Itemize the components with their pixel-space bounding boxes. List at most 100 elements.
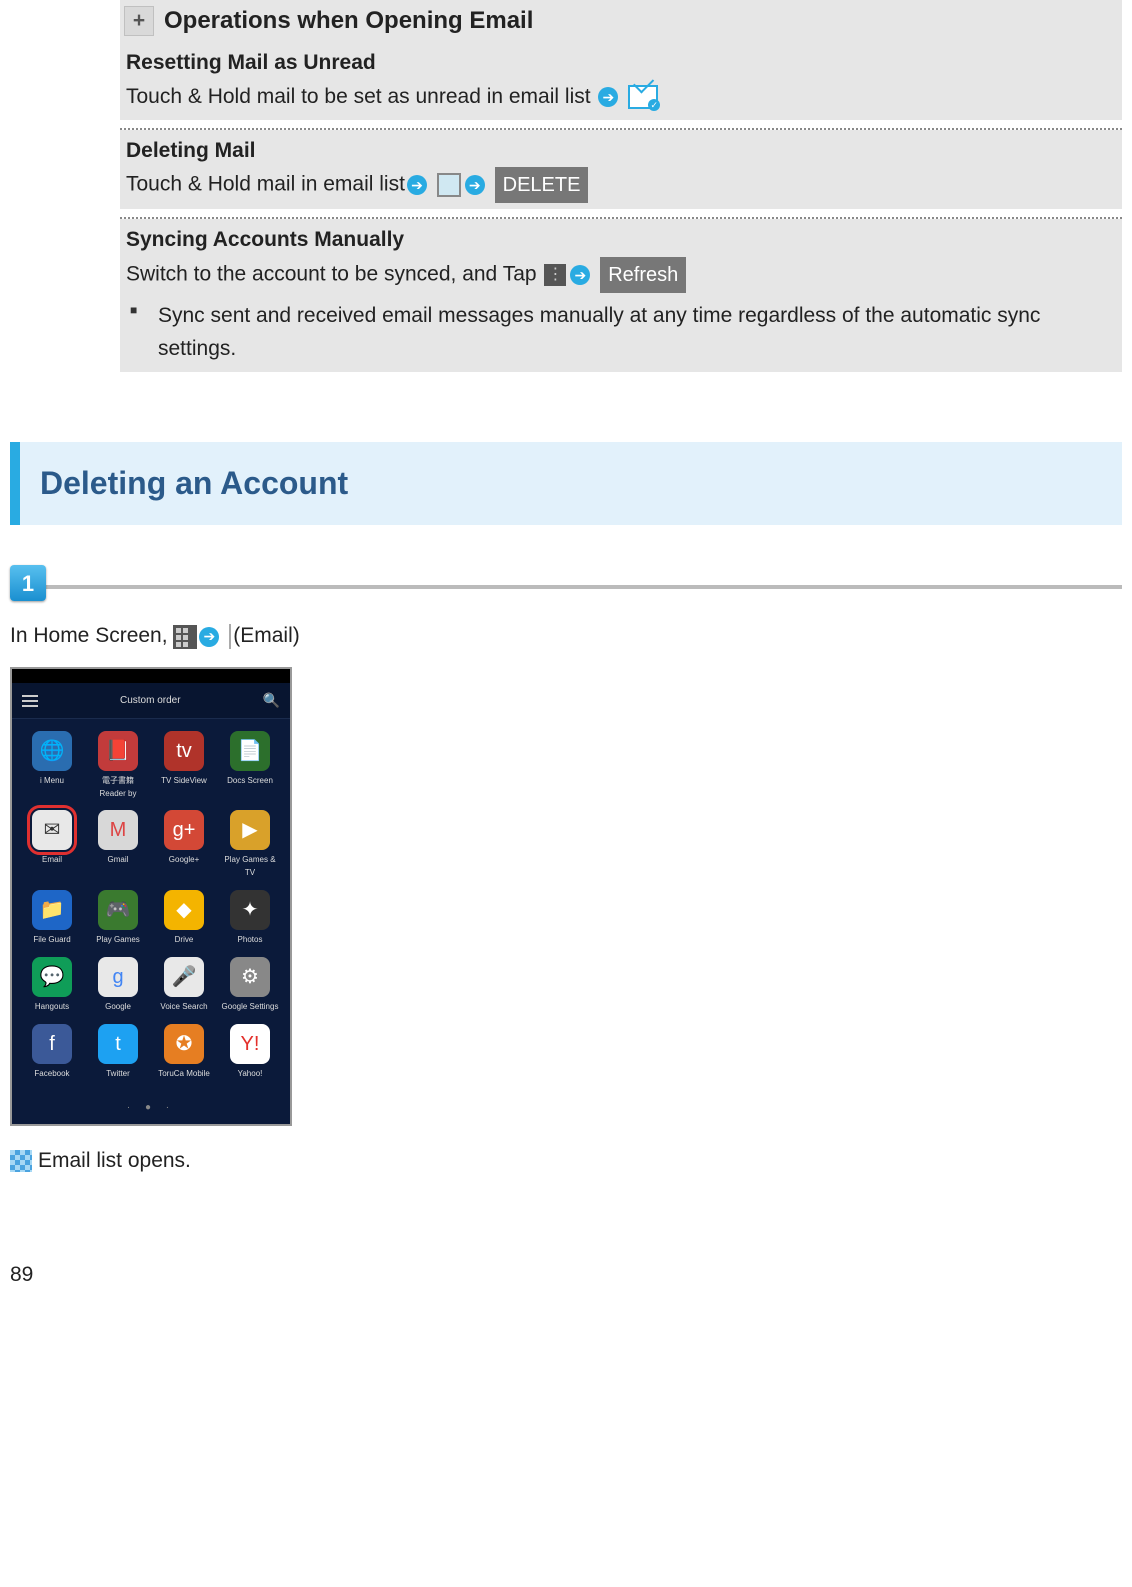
app-item: ▶Play Games & TV: [220, 810, 280, 880]
app-icon: M: [98, 810, 138, 850]
app-icon: tv: [164, 731, 204, 771]
app-label: Docs Screen: [227, 775, 273, 788]
app-label: Hangouts: [35, 1001, 69, 1014]
apps-grid-icon: [173, 625, 197, 649]
app-label: Facebook: [34, 1068, 69, 1081]
page-number: 89: [10, 1258, 1132, 1292]
app-icon: ✪: [164, 1024, 204, 1064]
app-icon: ◆: [164, 890, 204, 930]
delete-button[interactable]: DELETE: [495, 167, 589, 203]
app-label: Play Games & TV: [220, 854, 280, 880]
search-icon: 🔍: [263, 689, 280, 711]
app-item: t Twitter: [88, 1024, 148, 1081]
refresh-button[interactable]: Refresh: [600, 257, 686, 293]
tip-block-unread: Resetting Mail as Unread Touch & Hold ma…: [120, 42, 1122, 119]
app-icon: 🎤: [164, 957, 204, 997]
app-icon: g: [98, 957, 138, 997]
tip-block-heading: Syncing Accounts Manually: [126, 223, 1116, 257]
app-icon: 🎮: [98, 890, 138, 930]
tip-block-heading: Deleting Mail: [126, 134, 1116, 168]
result-text: Email list opens.: [38, 1144, 191, 1178]
app-label: File Guard: [33, 934, 70, 947]
step-number-badge: 1: [10, 565, 46, 601]
step-marker: 1: [10, 585, 1122, 589]
section-header: Deleting an Account: [10, 442, 1122, 525]
tip-title: Operations when Opening Email: [164, 2, 533, 40]
app-grid: 🌐 i Menu 📕 電子書籍 Reader by tv TV SideView 📄 Docs…: [12, 719, 290, 1097]
app-label: Yahoo!: [238, 1068, 263, 1081]
phone-screenshot: Custom order 🔍 🌐 i Menu 📕 電子書籍 Reader by tv T…: [10, 667, 292, 1126]
app-label: Google+: [169, 854, 199, 867]
app-item: g+ Google+: [154, 810, 214, 880]
tip-block-delete: Deleting Mail Touch & Hold mail in email…: [120, 130, 1122, 210]
app-label: Gmail: [108, 854, 129, 867]
app-icon: ⚙: [230, 957, 270, 997]
step-instruction: In Home Screen, ➔ (Email): [10, 619, 1122, 653]
app-label: Google: [105, 1001, 131, 1014]
page-indicator: · ● ·: [12, 1096, 290, 1124]
status-bar: [12, 669, 290, 683]
app-item: 🎮 Play Games: [88, 890, 148, 947]
plus-icon: +: [124, 6, 154, 36]
tip-block-heading: Resetting Mail as Unread: [126, 46, 1116, 80]
app-icon: 🌐: [32, 731, 72, 771]
app-icon: 📕: [98, 731, 138, 771]
email-app-icon: [229, 624, 231, 649]
app-item: 📕 電子書籍 Reader by: [88, 731, 148, 801]
app-label: i Menu: [40, 775, 64, 788]
arrow-icon: ➔: [199, 627, 219, 647]
app-label: Voice Search: [160, 1001, 207, 1014]
app-label: Photos: [238, 934, 263, 947]
app-item: ✉ Email: [22, 810, 82, 880]
app-item: ✪ ToruCa Mobile: [154, 1024, 214, 1081]
app-icon: Y!: [230, 1024, 270, 1064]
tip-block-sync: Syncing Accounts Manually Switch to the …: [120, 219, 1122, 372]
app-icon: 💬: [32, 957, 72, 997]
app-icon: g+: [164, 810, 204, 850]
app-label: Play Games: [96, 934, 140, 947]
screenshot-topbar: Custom order 🔍: [12, 683, 290, 718]
envelope-unread-icon: ✓: [628, 85, 658, 109]
app-label: Drive: [175, 934, 194, 947]
app-icon: 📁: [32, 890, 72, 930]
checkbox-icon: [437, 173, 461, 197]
app-item: Y! Yahoo!: [220, 1024, 280, 1081]
tip-bullet-list: Sync sent and received email messages ma…: [126, 299, 1116, 366]
app-label: 電子書籍 Reader by: [88, 775, 148, 801]
app-icon: f: [32, 1024, 72, 1064]
arrow-icon: ➔: [570, 265, 590, 285]
tip-section: + Operations when Opening Email Resettin…: [120, 0, 1122, 372]
arrow-icon: ➔: [598, 87, 618, 107]
tip-block-body: Switch to the account to be synced, and …: [126, 257, 1116, 293]
screenshot-title: Custom order: [120, 693, 181, 709]
app-label: ToruCa Mobile: [158, 1068, 210, 1081]
app-item: tv TV SideView: [154, 731, 214, 801]
arrow-icon: ➔: [465, 175, 485, 195]
menu-icon: ⋮: [544, 264, 566, 286]
app-item: ⚙ Google Settings: [220, 957, 280, 1014]
app-item: 📁 File Guard: [22, 890, 82, 947]
tip-bullet: Sync sent and received email messages ma…: [150, 299, 1116, 366]
app-label: Email: [42, 854, 62, 867]
app-item: M Gmail: [88, 810, 148, 880]
tip-block-body: Touch & Hold mail to be set as unread in…: [126, 80, 1116, 114]
tip-block-body: Touch & Hold mail in email list➔ ➔ DELET…: [126, 167, 1116, 203]
hamburger-icon: [22, 692, 38, 710]
app-icon: 📄: [230, 731, 270, 771]
app-item: 📄 Docs Screen: [220, 731, 280, 801]
app-item: ✦ Photos: [220, 890, 280, 947]
app-item: g Google: [88, 957, 148, 1014]
app-item: 💬 Hangouts: [22, 957, 82, 1014]
app-icon: ✉: [32, 810, 72, 850]
app-item: ◆ Drive: [154, 890, 214, 947]
result-line: Email list opens.: [10, 1144, 1132, 1178]
app-icon: ✦: [230, 890, 270, 930]
app-label: TV SideView: [161, 775, 207, 788]
tip-header: + Operations when Opening Email: [120, 0, 1122, 42]
arrow-icon: ➔: [407, 175, 427, 195]
app-label: Google Settings: [222, 1001, 279, 1014]
app-item: 🎤 Voice Search: [154, 957, 214, 1014]
app-label: Twitter: [106, 1068, 130, 1081]
app-icon: t: [98, 1024, 138, 1064]
result-icon: [10, 1150, 32, 1172]
